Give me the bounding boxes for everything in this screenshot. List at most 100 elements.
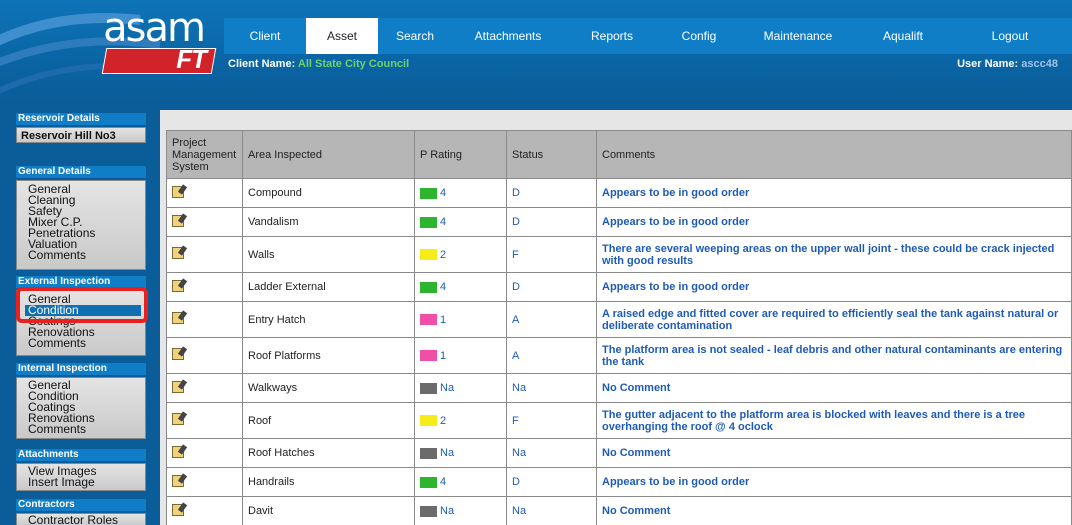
area-cell: Walkways — [242, 373, 415, 403]
internal-inspection-menu: General Condition Coatings Renovations C… — [16, 377, 146, 439]
comment-cell[interactable]: Appears to be in good order — [596, 467, 1072, 497]
rating-value: 2 — [440, 248, 447, 261]
table-row: Entry Hatch 1 A A raised edge and fitted co… — [166, 301, 1072, 338]
edit-pencil-icon[interactable] — [172, 413, 184, 425]
edit-cell — [166, 301, 243, 338]
status-cell: Na — [506, 373, 597, 403]
tab-attachments[interactable]: Attachments — [452, 18, 564, 54]
rating-color-swatch — [420, 476, 437, 488]
rating-color-swatch — [420, 249, 437, 261]
status-cell: F — [506, 236, 597, 273]
comment-cell[interactable]: The platform area is not sealed - leaf d… — [596, 337, 1072, 374]
area-cell: Roof Platforms — [242, 337, 415, 374]
rating-cell: 1 — [414, 301, 507, 338]
tab-asset[interactable]: Asset — [306, 18, 378, 54]
area-cell: Handrails — [242, 467, 415, 497]
table-row: Davit Na Na No Comment — [166, 496, 1072, 525]
user-name-value: ascc48 — [1021, 58, 1058, 70]
status-cell: D — [506, 207, 597, 237]
table-row: Vandalism 4 D Appears to be in good order — [166, 207, 1072, 237]
area-cell: Vandalism — [242, 207, 415, 237]
tab-reports[interactable]: Reports — [564, 18, 660, 54]
area-cell: Walls — [242, 236, 415, 273]
comment-cell[interactable]: A raised edge and fitted cover are requi… — [596, 301, 1072, 338]
comment-cell[interactable]: Appears to be in good order — [596, 178, 1072, 208]
sidebar-item-external-comments[interactable]: Comments — [17, 337, 145, 349]
comment-cell[interactable]: The gutter adjacent to the platform area… — [596, 402, 1072, 439]
col-header-rating: P Rating — [414, 130, 507, 179]
area-cell: Ladder External — [242, 272, 415, 302]
edit-pencil-icon[interactable] — [172, 503, 184, 516]
edit-pencil-icon[interactable] — [172, 312, 184, 324]
edit-cell — [166, 438, 243, 468]
edit-pencil-icon[interactable] — [172, 279, 184, 292]
rating-value: 4 — [440, 281, 447, 293]
edit-pencil-icon[interactable] — [172, 247, 184, 259]
rating-cell: 4 — [414, 178, 507, 208]
rating-value: 1 — [440, 313, 447, 326]
col-header-status: Status — [506, 130, 597, 179]
rating-color-swatch — [420, 281, 437, 293]
contractors-menu: Contractor Roles — [16, 513, 146, 525]
area-cell: Roof Hatches — [242, 438, 415, 468]
sidebar-item-general-comments[interactable]: Comments — [17, 249, 145, 261]
edit-pencil-icon[interactable] — [172, 445, 184, 458]
edit-pencil-icon[interactable] — [172, 474, 184, 487]
asam-ft-logo[interactable]: asam FT — [0, 0, 222, 96]
edit-pencil-icon[interactable] — [172, 348, 184, 360]
reservoir-name[interactable]: Reservoir Hill No3 — [17, 128, 145, 144]
sidebar-item-insert-image[interactable]: Insert Image — [17, 476, 145, 488]
condition-table: Project Management System Area Inspected… — [166, 130, 1072, 525]
area-cell: Compound — [242, 178, 415, 208]
sidebar-item-contractor-roles[interactable]: Contractor Roles — [17, 514, 145, 525]
rating-color-swatch — [420, 187, 437, 199]
area-cell: Davit — [242, 496, 415, 525]
comment-cell[interactable]: There are several weeping areas on the u… — [596, 236, 1072, 273]
col-header-area: Area Inspected — [242, 130, 415, 179]
rating-value: 4 — [440, 216, 447, 228]
tab-aqualift[interactable]: Aqualift — [858, 18, 948, 54]
logo-brand-text: asam — [103, 5, 206, 51]
comment-cell[interactable]: Appears to be in good order — [596, 207, 1072, 237]
sidebar-item-internal-comments[interactable]: Comments — [17, 423, 145, 435]
rating-color-swatch — [420, 447, 437, 459]
edit-cell — [166, 236, 243, 273]
sidebar-heading-reservoir: Reservoir Details — [16, 113, 146, 125]
rating-cell: Na — [414, 496, 507, 525]
tab-client[interactable]: Client — [224, 18, 306, 54]
edit-cell — [166, 207, 243, 237]
edit-cell — [166, 496, 243, 525]
rating-cell: 4 — [414, 272, 507, 302]
status-cell: D — [506, 272, 597, 302]
tab-maintenance[interactable]: Maintenance — [738, 18, 858, 54]
rating-cell: 4 — [414, 467, 507, 497]
client-name-label: Client Name: — [228, 58, 296, 70]
edit-cell — [166, 373, 243, 403]
comment-cell[interactable]: Appears to be in good order — [596, 272, 1072, 302]
sidebar-heading-internal: Internal Inspection — [16, 363, 146, 375]
rating-value: 2 — [440, 414, 447, 427]
table-row: Walls 2 F There are several weeping areas o… — [166, 236, 1072, 273]
general-details-menu: General Cleaning Safety Mixer C.P. Penet… — [16, 180, 146, 270]
comment-cell[interactable]: No Comment — [596, 438, 1072, 468]
comment-cell[interactable]: No Comment — [596, 496, 1072, 525]
app-header: asam FT Client Asset Search Attachments … — [0, 0, 1072, 100]
tab-config[interactable]: Config — [660, 18, 738, 54]
rating-color-swatch — [420, 505, 437, 517]
comment-cell[interactable]: No Comment — [596, 373, 1072, 403]
rating-color-swatch — [420, 382, 437, 394]
edit-pencil-icon[interactable] — [172, 185, 184, 198]
edit-pencil-icon[interactable] — [172, 214, 184, 227]
edit-cell — [166, 337, 243, 374]
edit-pencil-icon[interactable] — [172, 380, 184, 393]
client-name-line: Client Name: All State City Council — [228, 58, 409, 70]
table-row: Roof Platforms 1 A The platform area is not… — [166, 337, 1072, 374]
top-navigation: Client Asset Search Attachments Reports … — [224, 18, 1072, 54]
table-row: Handrails 4 D Appears to be in good order — [166, 467, 1072, 497]
tab-search[interactable]: Search — [378, 18, 452, 54]
rating-color-swatch — [420, 216, 437, 228]
area-cell: Entry Hatch — [242, 301, 415, 338]
status-cell: D — [506, 467, 597, 497]
rating-value: 4 — [440, 476, 447, 488]
tab-logout[interactable]: Logout — [948, 18, 1072, 54]
